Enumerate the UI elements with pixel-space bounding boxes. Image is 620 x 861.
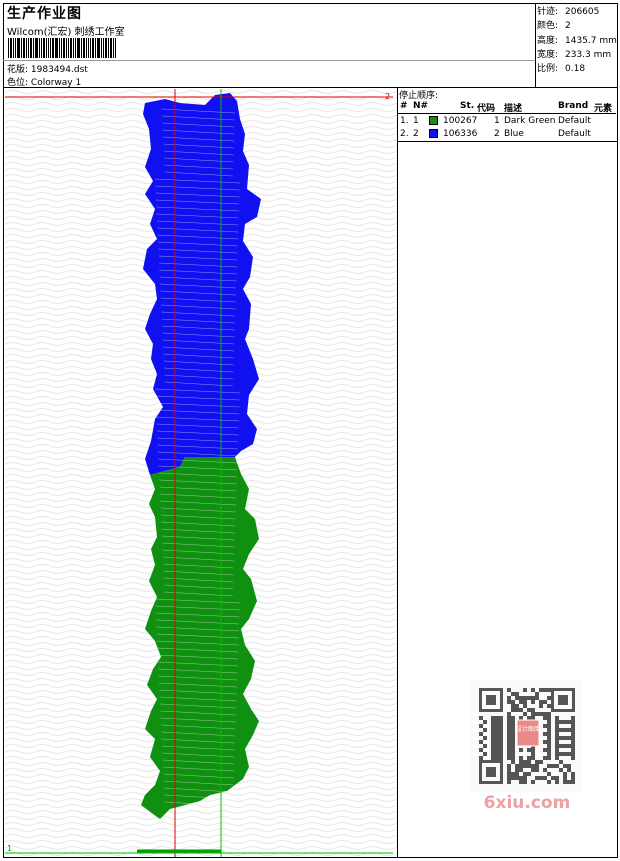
corner-mark: 2: [385, 92, 390, 101]
stat-scale: 比例: 0.18: [537, 62, 617, 76]
stat-label: 颜色:: [537, 21, 559, 32]
design-value: 1983494.dst: [30, 65, 88, 75]
stat-value: 1435.7 mm: [565, 35, 617, 46]
row-brand: Default: [558, 129, 591, 139]
col-header-index: #: [400, 101, 408, 111]
col-header-stitches: St.: [460, 101, 475, 111]
row-n: 1: [413, 116, 419, 126]
header-divider: [3, 87, 618, 88]
watermark-text: 6xiu.com: [484, 793, 571, 812]
stats-panel: 针迹: 206605 颜色: 2 高度: 1435.7 mm 宽度: 233.3 mm …: [537, 5, 617, 76]
color-swatch: [429, 116, 438, 128]
stat-value: 233.3 mm: [565, 49, 612, 60]
design-line: 花版: 1983494.dst: [7, 62, 88, 75]
green-embroidery-shape: [141, 457, 259, 819]
company-name: Wilcom(汇宏) 刺绣工作室: [7, 27, 125, 38]
colorway-label: 色位:: [7, 78, 29, 88]
panel-divider: [397, 87, 398, 858]
row-stitches: 106336: [443, 129, 478, 139]
meta-divider: [3, 60, 535, 61]
barcode: [8, 38, 140, 58]
row-code: 2: [494, 129, 500, 139]
stat-label: 针迹:: [537, 7, 559, 17]
colorway-line: 色位: Colorway 1: [7, 75, 81, 88]
row-brand: Default: [558, 116, 591, 126]
bottom-mark: 1: [7, 844, 12, 853]
watermark: 设计图库 6xiu.com: [471, 680, 583, 813]
stat-width: 宽度: 233.3 mm: [537, 48, 617, 62]
qr-code-icon: 设计图库 6xiu.com: [471, 680, 583, 813]
stat-value: 2: [565, 21, 571, 32]
table-divider: [397, 141, 618, 142]
watermark-stamp: 设计图库: [516, 725, 540, 733]
row-index: 1.: [400, 116, 409, 126]
stat-stitches: 针迹: 206605: [537, 5, 617, 19]
col-header-underline: [398, 113, 616, 114]
design-label: 花版:: [7, 65, 29, 75]
row-code: 1: [494, 116, 500, 126]
page-title: 生产作业图: [7, 6, 82, 22]
stats-divider: [535, 3, 536, 87]
stat-height: 高度: 1435.7 mm: [537, 34, 617, 48]
col-header-brand: Brand: [558, 101, 589, 111]
row-n: 2: [413, 129, 419, 139]
color-swatch: [429, 129, 438, 141]
colorway-value: Colorway 1: [30, 78, 82, 88]
stat-label: 高度:: [537, 35, 559, 46]
row-index: 2.: [400, 129, 409, 139]
row-desc: Dark Green: [504, 116, 556, 126]
stat-value: 206605: [565, 7, 600, 17]
stat-label: 比例:: [537, 64, 559, 75]
design-preview: 2 1: [5, 89, 397, 857]
row-desc: Blue: [504, 129, 524, 139]
row-stitches: 100267: [443, 116, 478, 126]
stat-colors: 颜色: 2: [537, 19, 617, 33]
stat-label: 宽度:: [537, 49, 559, 60]
stop-sequence-title: 停止顺序:: [399, 91, 439, 101]
col-header-n: N#: [413, 101, 429, 111]
stat-value: 0.18: [565, 64, 586, 75]
